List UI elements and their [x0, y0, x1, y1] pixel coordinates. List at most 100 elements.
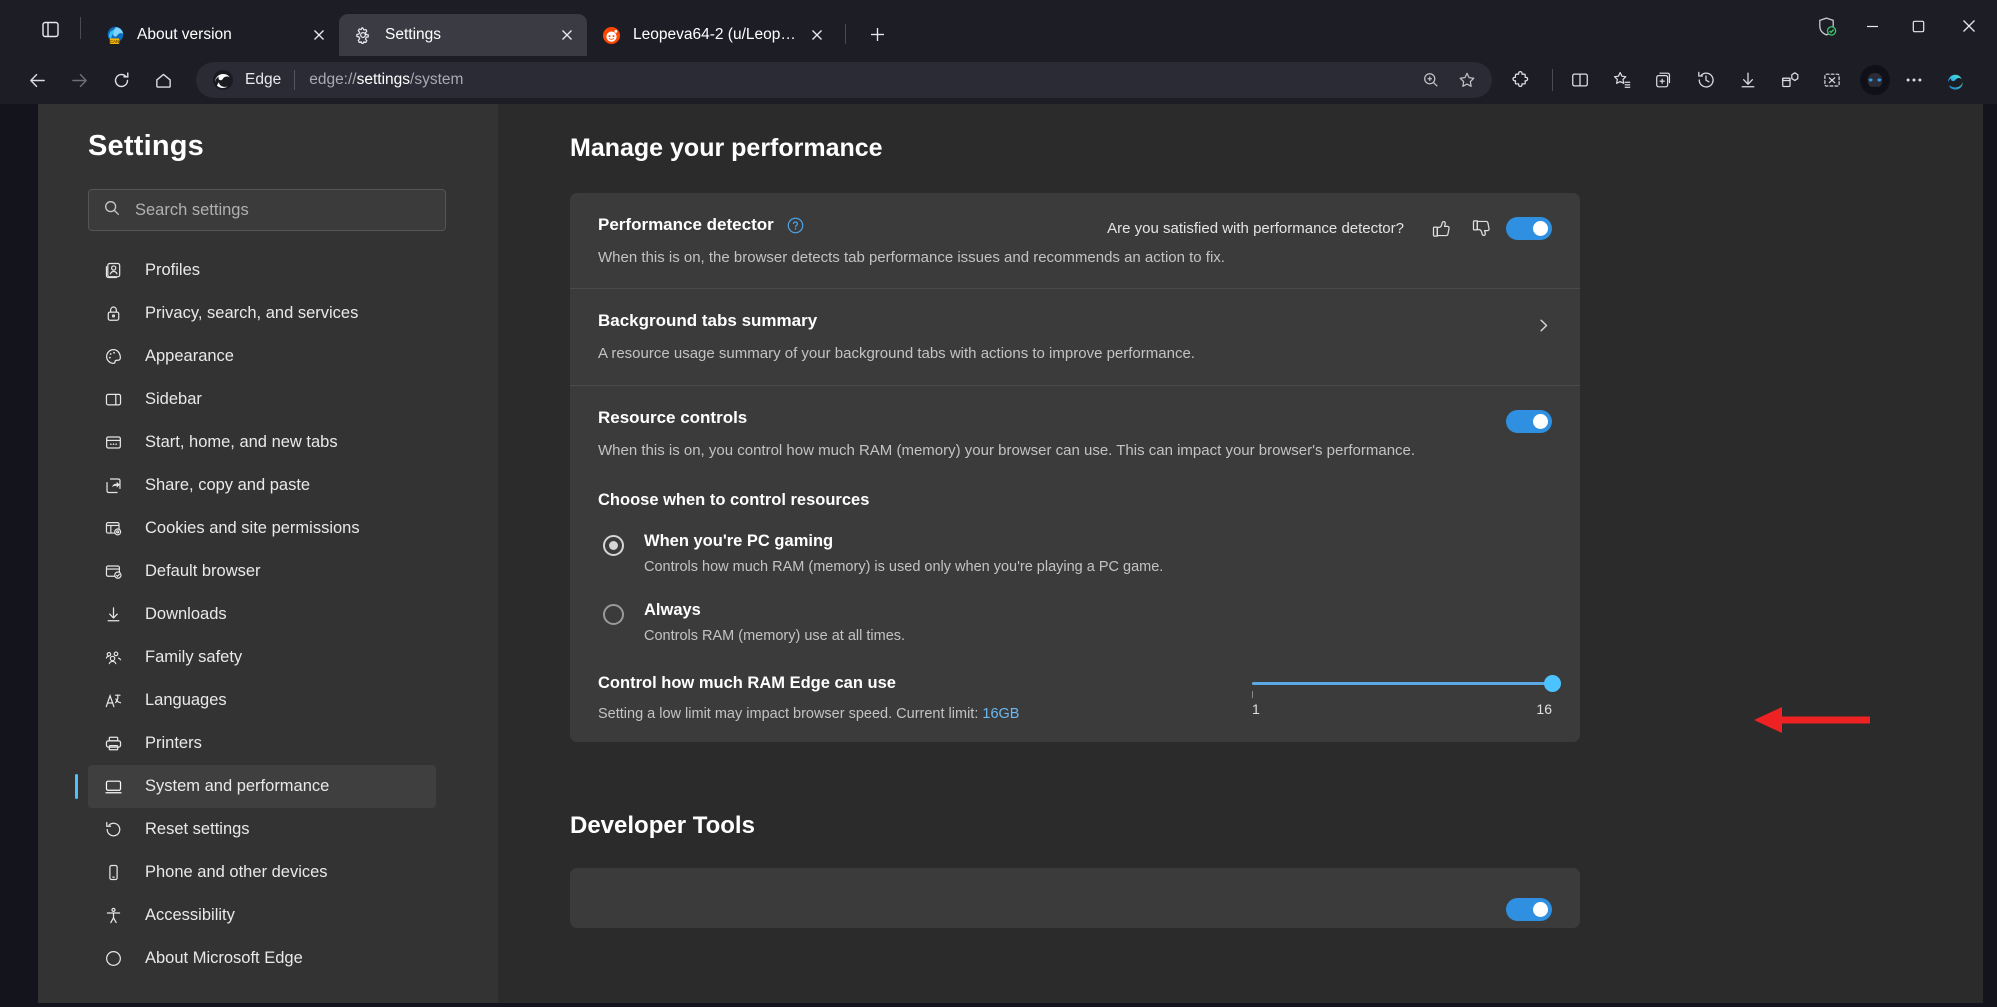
tab-close-button[interactable]	[553, 21, 581, 49]
radio-label: When you're PC gaming	[644, 532, 1163, 551]
browser-essentials-icon[interactable]	[1803, 3, 1849, 49]
search-placeholder: Search settings	[135, 201, 249, 220]
current-limit-link[interactable]: 16GB	[982, 706, 1019, 722]
omnibox-divider	[294, 70, 295, 90]
sidebar-item-printers[interactable]: Printers	[88, 722, 436, 765]
tab-close-button[interactable]	[803, 21, 831, 49]
sidebar-item-label: Family safety	[145, 648, 242, 667]
tab-settings[interactable]: Settings	[339, 14, 587, 56]
screenshot-icon[interactable]	[1813, 61, 1851, 99]
right-gutter	[1983, 104, 1997, 1007]
avatar[interactable]	[1860, 65, 1890, 95]
sidebar-item-phone-and-other-devices[interactable]: Phone and other devices	[88, 851, 436, 894]
ram-slider-sub-prefix: Setting a low limit may impact browser s…	[598, 706, 982, 722]
sidebar-item-accessibility[interactable]: Accessibility	[88, 894, 436, 937]
slider-min-label: 1	[1252, 701, 1260, 717]
extensions-icon[interactable]	[1502, 61, 1540, 99]
sidebar-item-profiles[interactable]: Profiles	[88, 249, 436, 292]
address-bar[interactable]: Edge edge://settings/system	[196, 62, 1492, 98]
zoom-icon[interactable]	[1414, 63, 1448, 97]
profile-icon	[102, 260, 124, 282]
add-favorite-icon[interactable]	[1450, 63, 1484, 97]
sidebar-item-languages[interactable]: Languages	[88, 679, 436, 722]
home-button[interactable]	[144, 61, 182, 99]
sidebar-item-start-home-newtabs[interactable]: Start, home, and new tabs	[88, 421, 436, 464]
apps-icon[interactable]	[1771, 61, 1809, 99]
sidebar-item-cookies[interactable]: Cookies and site permissions	[88, 507, 436, 550]
printer-icon	[102, 733, 124, 755]
sidebar-item-about-microsoft-edge[interactable]: About Microsoft Edge	[88, 937, 436, 980]
window-icon	[102, 432, 124, 454]
toolbar-divider	[1552, 69, 1553, 91]
phone-icon	[102, 862, 124, 884]
tab-reddit[interactable]: Leopeva64-2 (u/Leopeva64-2) - R	[587, 14, 837, 56]
resource-controls-title: Resource controls	[598, 408, 747, 428]
navigation-toolbar: Edge edge://settings/system	[0, 56, 1997, 104]
performance-detector-toggle[interactable]	[1506, 217, 1552, 240]
sidebar-item-sidebar[interactable]: Sidebar	[88, 378, 436, 421]
sidebar-item-appearance[interactable]: Appearance	[88, 335, 436, 378]
background-tabs-summary-row[interactable]: Background tabs summary A resource usage…	[570, 288, 1580, 384]
forward-button[interactable]	[60, 61, 98, 99]
sidebar-item-label: Languages	[145, 691, 227, 710]
back-button[interactable]	[18, 61, 56, 99]
toggle-knob	[1533, 414, 1548, 429]
annotation-arrow	[1752, 704, 1872, 736]
default-browser-icon	[102, 561, 124, 583]
history-icon[interactable]	[1687, 61, 1725, 99]
tab-close-button[interactable]	[305, 21, 333, 49]
collections-icon[interactable]	[1645, 61, 1683, 99]
settings-page: Settings Search settings Profiles	[0, 104, 1997, 1007]
tick-min	[1252, 691, 1253, 698]
sidebar-item-privacy[interactable]: Privacy, search, and services	[88, 292, 436, 335]
minimize-button[interactable]	[1849, 10, 1895, 42]
tab-title: About version	[137, 26, 305, 44]
search-settings-input[interactable]: Search settings	[88, 189, 446, 231]
sidebar-item-system-and-performance[interactable]: System and performance	[88, 765, 436, 808]
radio-option-always[interactable]: Always Controls RAM (memory) use at all …	[598, 601, 1552, 644]
sidebar-item-label: Cookies and site permissions	[145, 519, 360, 538]
copilot-icon[interactable]	[1937, 61, 1975, 99]
download-icon	[102, 604, 124, 626]
radio-option-pc-gaming[interactable]: When you're PC gaming Controls how much …	[598, 532, 1552, 575]
thumbs-up-icon[interactable]	[1426, 213, 1456, 243]
sidebar-item-default-browser[interactable]: Default browser	[88, 550, 436, 593]
sidebar-item-label: Privacy, search, and services	[145, 304, 358, 323]
refresh-button[interactable]	[102, 61, 140, 99]
tab-divider	[80, 17, 81, 39]
sidebar-item-downloads[interactable]: Downloads	[88, 593, 436, 636]
close-window-button[interactable]	[1941, 10, 1997, 42]
chevron-right-icon[interactable]	[1535, 317, 1552, 339]
resource-controls-row: Resource controls When this is on, you c…	[570, 385, 1580, 742]
cookie-settings-icon	[102, 518, 124, 540]
sidebar-item-label: Sidebar	[145, 390, 202, 409]
settings-content: Manage your performance Performance dete…	[498, 104, 1997, 1007]
maximize-button[interactable]	[1895, 10, 1941, 42]
favorites-icon[interactable]	[1603, 61, 1641, 99]
reddit-icon	[601, 25, 621, 45]
sidebar-item-family-safety[interactable]: Family safety	[88, 636, 436, 679]
tab-title: Settings	[385, 26, 553, 44]
omnibox-actions	[1414, 63, 1484, 97]
ram-slider-label: Control how much RAM Edge can use	[598, 674, 1252, 693]
thumbs-down-icon[interactable]	[1466, 213, 1496, 243]
new-tab-button[interactable]	[860, 17, 894, 51]
question-circle-icon[interactable]	[786, 216, 805, 235]
settings-and-more-icon[interactable]	[1895, 61, 1933, 99]
sidebar-item-reset-settings[interactable]: Reset settings	[88, 808, 436, 851]
performance-card: Performance detector When this is on, th…	[570, 193, 1580, 742]
resource-controls-toggle[interactable]	[1506, 410, 1552, 433]
slider-track[interactable]	[1252, 682, 1552, 685]
slider-thumb[interactable]	[1544, 675, 1561, 692]
ram-slider[interactable]: 1 16	[1252, 682, 1552, 717]
radio-description: Controls RAM (memory) use at all times.	[644, 628, 905, 644]
tab-about-version[interactable]: CAN About version	[91, 14, 339, 56]
background-tabs-head: Background tabs summary	[598, 311, 1552, 331]
radio-button[interactable]	[603, 604, 624, 625]
downloads-icon[interactable]	[1729, 61, 1767, 99]
tab-list-button[interactable]	[30, 9, 70, 49]
sidebar-item-share-copy-paste[interactable]: Share, copy and paste	[88, 464, 436, 507]
radio-button[interactable]	[603, 535, 624, 556]
developer-tools-toggle[interactable]	[1506, 898, 1552, 921]
split-screen-icon[interactable]	[1561, 61, 1599, 99]
